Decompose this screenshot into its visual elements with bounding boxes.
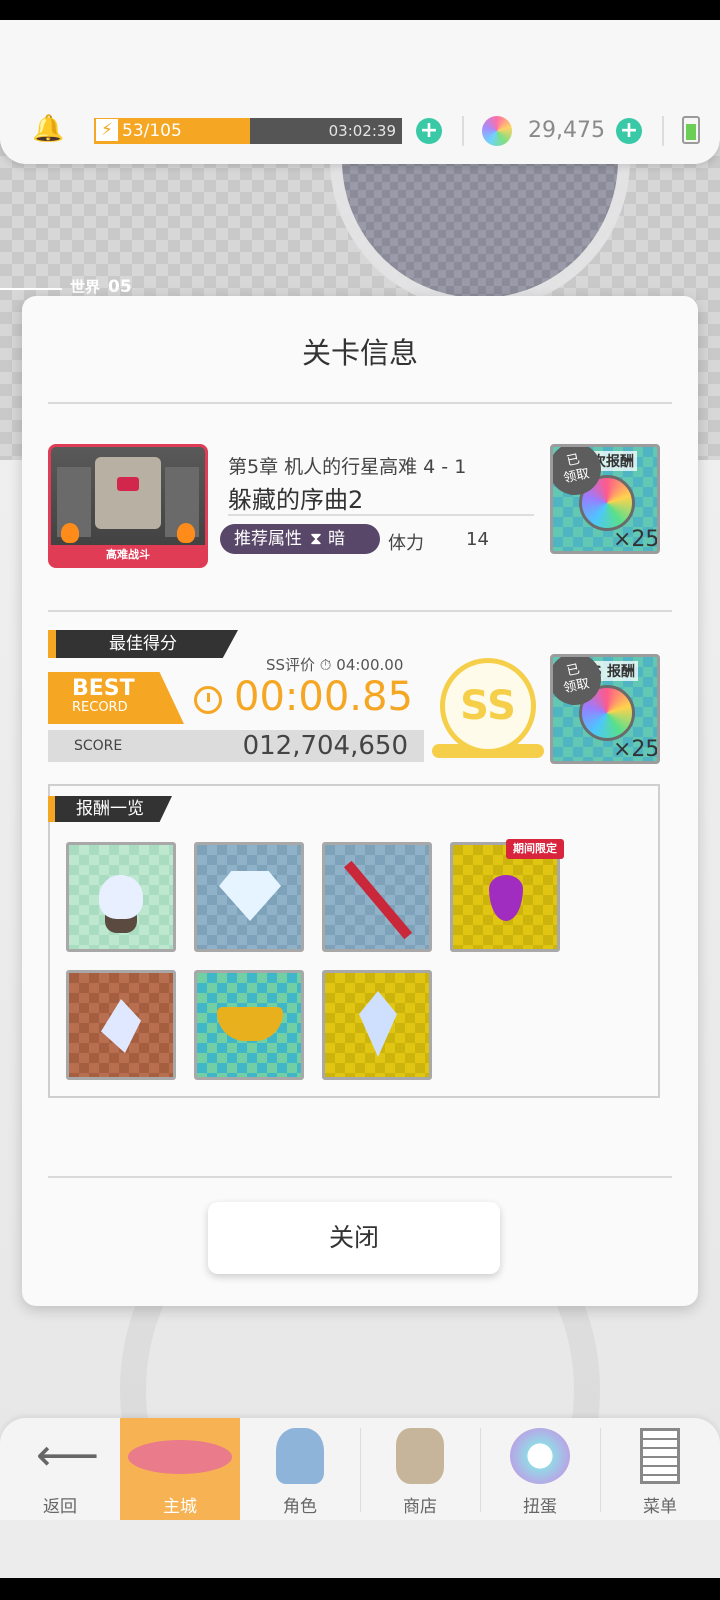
- diamond-icon: [219, 871, 281, 921]
- nav-divider: [360, 1428, 361, 1512]
- potion-drop-icon: [489, 875, 523, 921]
- ss-evaluation-target: SS评价 ⏱ 04:00.00: [266, 656, 404, 674]
- add-gems-button[interactable]: +: [616, 118, 642, 144]
- nav-home-label: 主城: [163, 1497, 197, 1517]
- stage-chapter: 第5章 机人的行星高难 4 - 1: [228, 456, 467, 478]
- best-badge-text: BEST: [72, 676, 135, 701]
- divider: [48, 610, 672, 612]
- stage-info-dialog: 关卡信息 高难战斗 第5章 机人的行星高难 4 - 1 躲藏的序曲2 推荐属性 ⧗…: [22, 296, 698, 1306]
- nav-shop[interactable]: 商店: [360, 1418, 480, 1520]
- stage-difficulty-label: 高难战斗: [51, 545, 205, 565]
- gacha-capsule-icon: [510, 1428, 570, 1484]
- hourglass-icon: ⧗: [310, 529, 322, 549]
- gem-orb-icon: [482, 116, 512, 146]
- robot-eye: [117, 477, 139, 491]
- reward-quantity: ×25: [613, 527, 660, 552]
- back-arrow-icon: ⟵: [36, 1430, 100, 1481]
- nav-characters-label: 角色: [283, 1497, 317, 1517]
- world-number: 05: [108, 277, 132, 297]
- nav-characters[interactable]: 角色: [240, 1418, 360, 1520]
- hud-divider: [662, 116, 664, 146]
- first-clear-reward[interactable]: 次报酬 ×25 已 领取: [550, 444, 660, 554]
- bell-icon[interactable]: 🔔: [32, 114, 64, 144]
- robot-art: [95, 457, 161, 529]
- record-badge-text: RECORD: [72, 700, 128, 715]
- stage-thumbnail: 高难战斗: [48, 444, 208, 568]
- reward-item-spear[interactable]: [322, 842, 432, 952]
- divider: [48, 1176, 672, 1178]
- character-icon: [276, 1428, 324, 1484]
- score-value: 012,704,650: [242, 731, 408, 761]
- reward-item-winged-crystal[interactable]: [322, 970, 432, 1080]
- crystal-ore-icon: [99, 875, 143, 919]
- attribute-label: 推荐属性: [234, 529, 302, 549]
- reward-item-crown[interactable]: [194, 970, 304, 1080]
- ss-clear-reward[interactable]: S 报酬 ×25 已 领取: [550, 654, 660, 764]
- gem-count: 29,475: [528, 118, 605, 143]
- reward-item-crystal-ore[interactable]: [66, 842, 176, 952]
- stopwatch-icon: [194, 686, 222, 714]
- recommended-attribute: 推荐属性 ⧗ 暗: [220, 524, 380, 554]
- score-label: SCORE: [74, 738, 123, 754]
- menu-list-icon: [640, 1428, 680, 1484]
- hud-divider: [462, 116, 464, 146]
- system-nav-bar: [0, 1578, 720, 1600]
- crystal-icon: [101, 999, 141, 1053]
- nav-home[interactable]: 主城: [120, 1418, 240, 1520]
- nav-menu[interactable]: 菜单: [600, 1418, 720, 1520]
- battery-icon: [682, 116, 700, 144]
- stamina-count: 53/105: [122, 121, 182, 141]
- reward-list-label: 报酬一览: [76, 799, 144, 819]
- stamina-bar[interactable]: ⚡ 53/105 03:02:39: [94, 118, 402, 144]
- best-score-label: 最佳得分: [109, 634, 177, 654]
- dialog-title: 关卡信息: [301, 336, 418, 370]
- best-time: 00:00.85: [234, 674, 413, 720]
- world-label-text: 世界: [70, 278, 101, 296]
- nav-gacha-label: 扭蛋: [523, 1497, 557, 1517]
- flame-art: [61, 523, 79, 543]
- system-status-bar: [0, 0, 720, 20]
- nav-footer: [0, 1520, 720, 1578]
- crown-icon: [217, 1007, 283, 1041]
- spear-icon: [343, 860, 413, 940]
- lightning-icon: ⚡: [96, 119, 118, 141]
- limited-time-badge: 期间限定: [506, 839, 564, 859]
- rank-medal: SS: [440, 658, 536, 754]
- nav-back-label: 返回: [43, 1497, 77, 1517]
- divider: [48, 402, 672, 404]
- stamina-cost-label: 体力: [388, 533, 424, 554]
- close-button[interactable]: 关闭: [208, 1202, 500, 1274]
- nav-gacha[interactable]: 扭蛋: [480, 1418, 600, 1520]
- nav-shop-label: 商店: [403, 1497, 437, 1517]
- nav-divider: [600, 1428, 601, 1512]
- add-stamina-button[interactable]: +: [416, 118, 442, 144]
- home-castle-icon: [128, 1440, 232, 1474]
- attribute-value: 暗: [327, 529, 345, 549]
- reward-item-crystal[interactable]: [66, 970, 176, 1080]
- divider: [228, 514, 534, 516]
- world-label: 世界 05: [0, 276, 150, 298]
- shop-bag-icon: [396, 1428, 444, 1484]
- reward-quantity: ×25: [613, 737, 660, 762]
- stamina-recovery-timer: 03:02:39: [328, 122, 396, 140]
- nav-back[interactable]: ⟵ 返回: [0, 1418, 120, 1520]
- winged-crystal-icon: [359, 991, 397, 1057]
- nav-menu-label: 菜单: [643, 1497, 677, 1517]
- nav-divider: [480, 1428, 481, 1512]
- stamina-cost-value: 14: [466, 529, 489, 550]
- flame-art: [177, 523, 195, 543]
- reward-item-diamond[interactable]: [194, 842, 304, 952]
- world-map-art: [330, 150, 630, 310]
- stage-name: 躲藏的序曲2: [228, 486, 364, 514]
